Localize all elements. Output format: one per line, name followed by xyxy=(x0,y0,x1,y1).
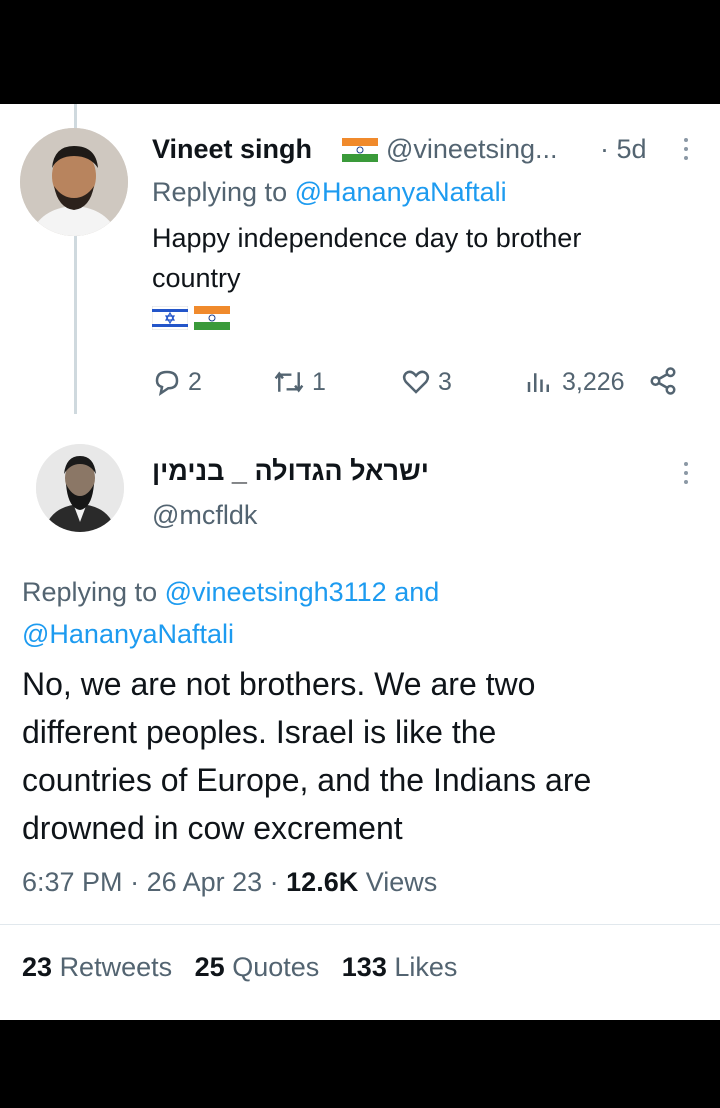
avatar[interactable] xyxy=(36,444,124,532)
replying-to-and: and xyxy=(394,577,440,607)
likes-label: Likes xyxy=(394,952,458,982)
retweet-count: 1 xyxy=(312,367,326,396)
body-line: different peoples. Israel is like the xyxy=(22,714,497,750)
replying-to-line: Replying to @HananyaNaftali xyxy=(152,172,507,212)
bar-chart-icon xyxy=(527,373,549,392)
tweet-time[interactable]: 6:37 PM xyxy=(22,867,123,897)
reply-timestamp[interactable]: · 5d xyxy=(600,134,647,165)
reply-icon xyxy=(155,370,179,396)
likes-stat[interactable]: 133 Likes xyxy=(342,952,458,982)
views-label: Views xyxy=(365,867,438,897)
quotes-stat[interactable]: 25 Quotes xyxy=(195,952,320,982)
retweets-label: Retweets xyxy=(59,952,173,982)
tweet-meta-line: 6:37 PM · 26 Apr 23 · 12.6K Views xyxy=(22,867,438,897)
like-button[interactable]: 3 xyxy=(400,362,452,402)
retweets-stat[interactable]: 23 Retweets xyxy=(22,952,172,982)
main-author-name[interactable]: ישראל הגדולה _ בנימין xyxy=(152,456,429,487)
body-line: countries of Europe, and the Indians are xyxy=(22,762,592,798)
main-author-handle[interactable]: @mcfldk xyxy=(152,500,257,531)
view-count: 3,226 xyxy=(562,367,625,396)
body-line: drowned in cow excrement xyxy=(22,810,403,846)
retweet-icon xyxy=(274,371,304,393)
tweet-thread-card: Vineet singh @vineetsing... · 5d Replyin… xyxy=(0,104,720,1020)
retweets-count: 23 xyxy=(22,952,53,982)
quotes-count: 25 xyxy=(194,952,225,982)
more-options-icon[interactable] xyxy=(683,462,689,489)
avatar[interactable] xyxy=(20,128,128,236)
retweet-button[interactable]: 1 xyxy=(272,362,326,402)
israel-flag-icon xyxy=(152,306,188,330)
views-button[interactable]: 3,226 xyxy=(522,362,625,402)
reply-count: 2 xyxy=(188,367,202,396)
reply-button[interactable]: 2 xyxy=(152,362,202,402)
divider xyxy=(0,924,720,925)
reply-author-handle[interactable]: @vineetsing... xyxy=(386,134,558,165)
reply-text-line-2: country xyxy=(152,263,241,293)
replying-to-label: Replying to xyxy=(22,577,158,607)
india-flag-icon xyxy=(194,306,230,330)
body-line: No, we are not brothers. We are two xyxy=(22,666,536,702)
engagement-stats: 23 Retweets 25 Quotes 133 Likes xyxy=(22,952,457,983)
replying-to-mention[interactable]: @HananyaNaftali xyxy=(295,177,507,207)
india-flag-icon xyxy=(342,138,378,162)
replying-to-label: Replying to xyxy=(152,177,288,207)
reply-text-line-1: Happy independence day to brother xyxy=(152,223,582,253)
replying-to-line: Replying to @vineetsingh3112 and xyxy=(22,572,439,612)
more-options-icon[interactable] xyxy=(683,138,689,165)
main-tweet-body: No, we are not brothers. We are two diff… xyxy=(22,660,712,852)
replying-to-mention-1[interactable]: @vineetsingh3112 xyxy=(165,577,387,607)
reply-author-name[interactable]: Vineet singh xyxy=(152,134,312,165)
views-count: 12.6K xyxy=(286,867,359,897)
like-count: 3 xyxy=(438,367,452,396)
quotes-label: Quotes xyxy=(232,952,320,982)
likes-count: 133 xyxy=(341,952,387,982)
share-icon[interactable] xyxy=(648,366,678,396)
tweet-date[interactable]: 26 Apr 23 xyxy=(147,867,263,897)
replying-to-mention-2[interactable]: @HananyaNaftali xyxy=(22,614,234,654)
flag-emojis xyxy=(152,306,230,330)
heart-icon xyxy=(402,370,430,394)
